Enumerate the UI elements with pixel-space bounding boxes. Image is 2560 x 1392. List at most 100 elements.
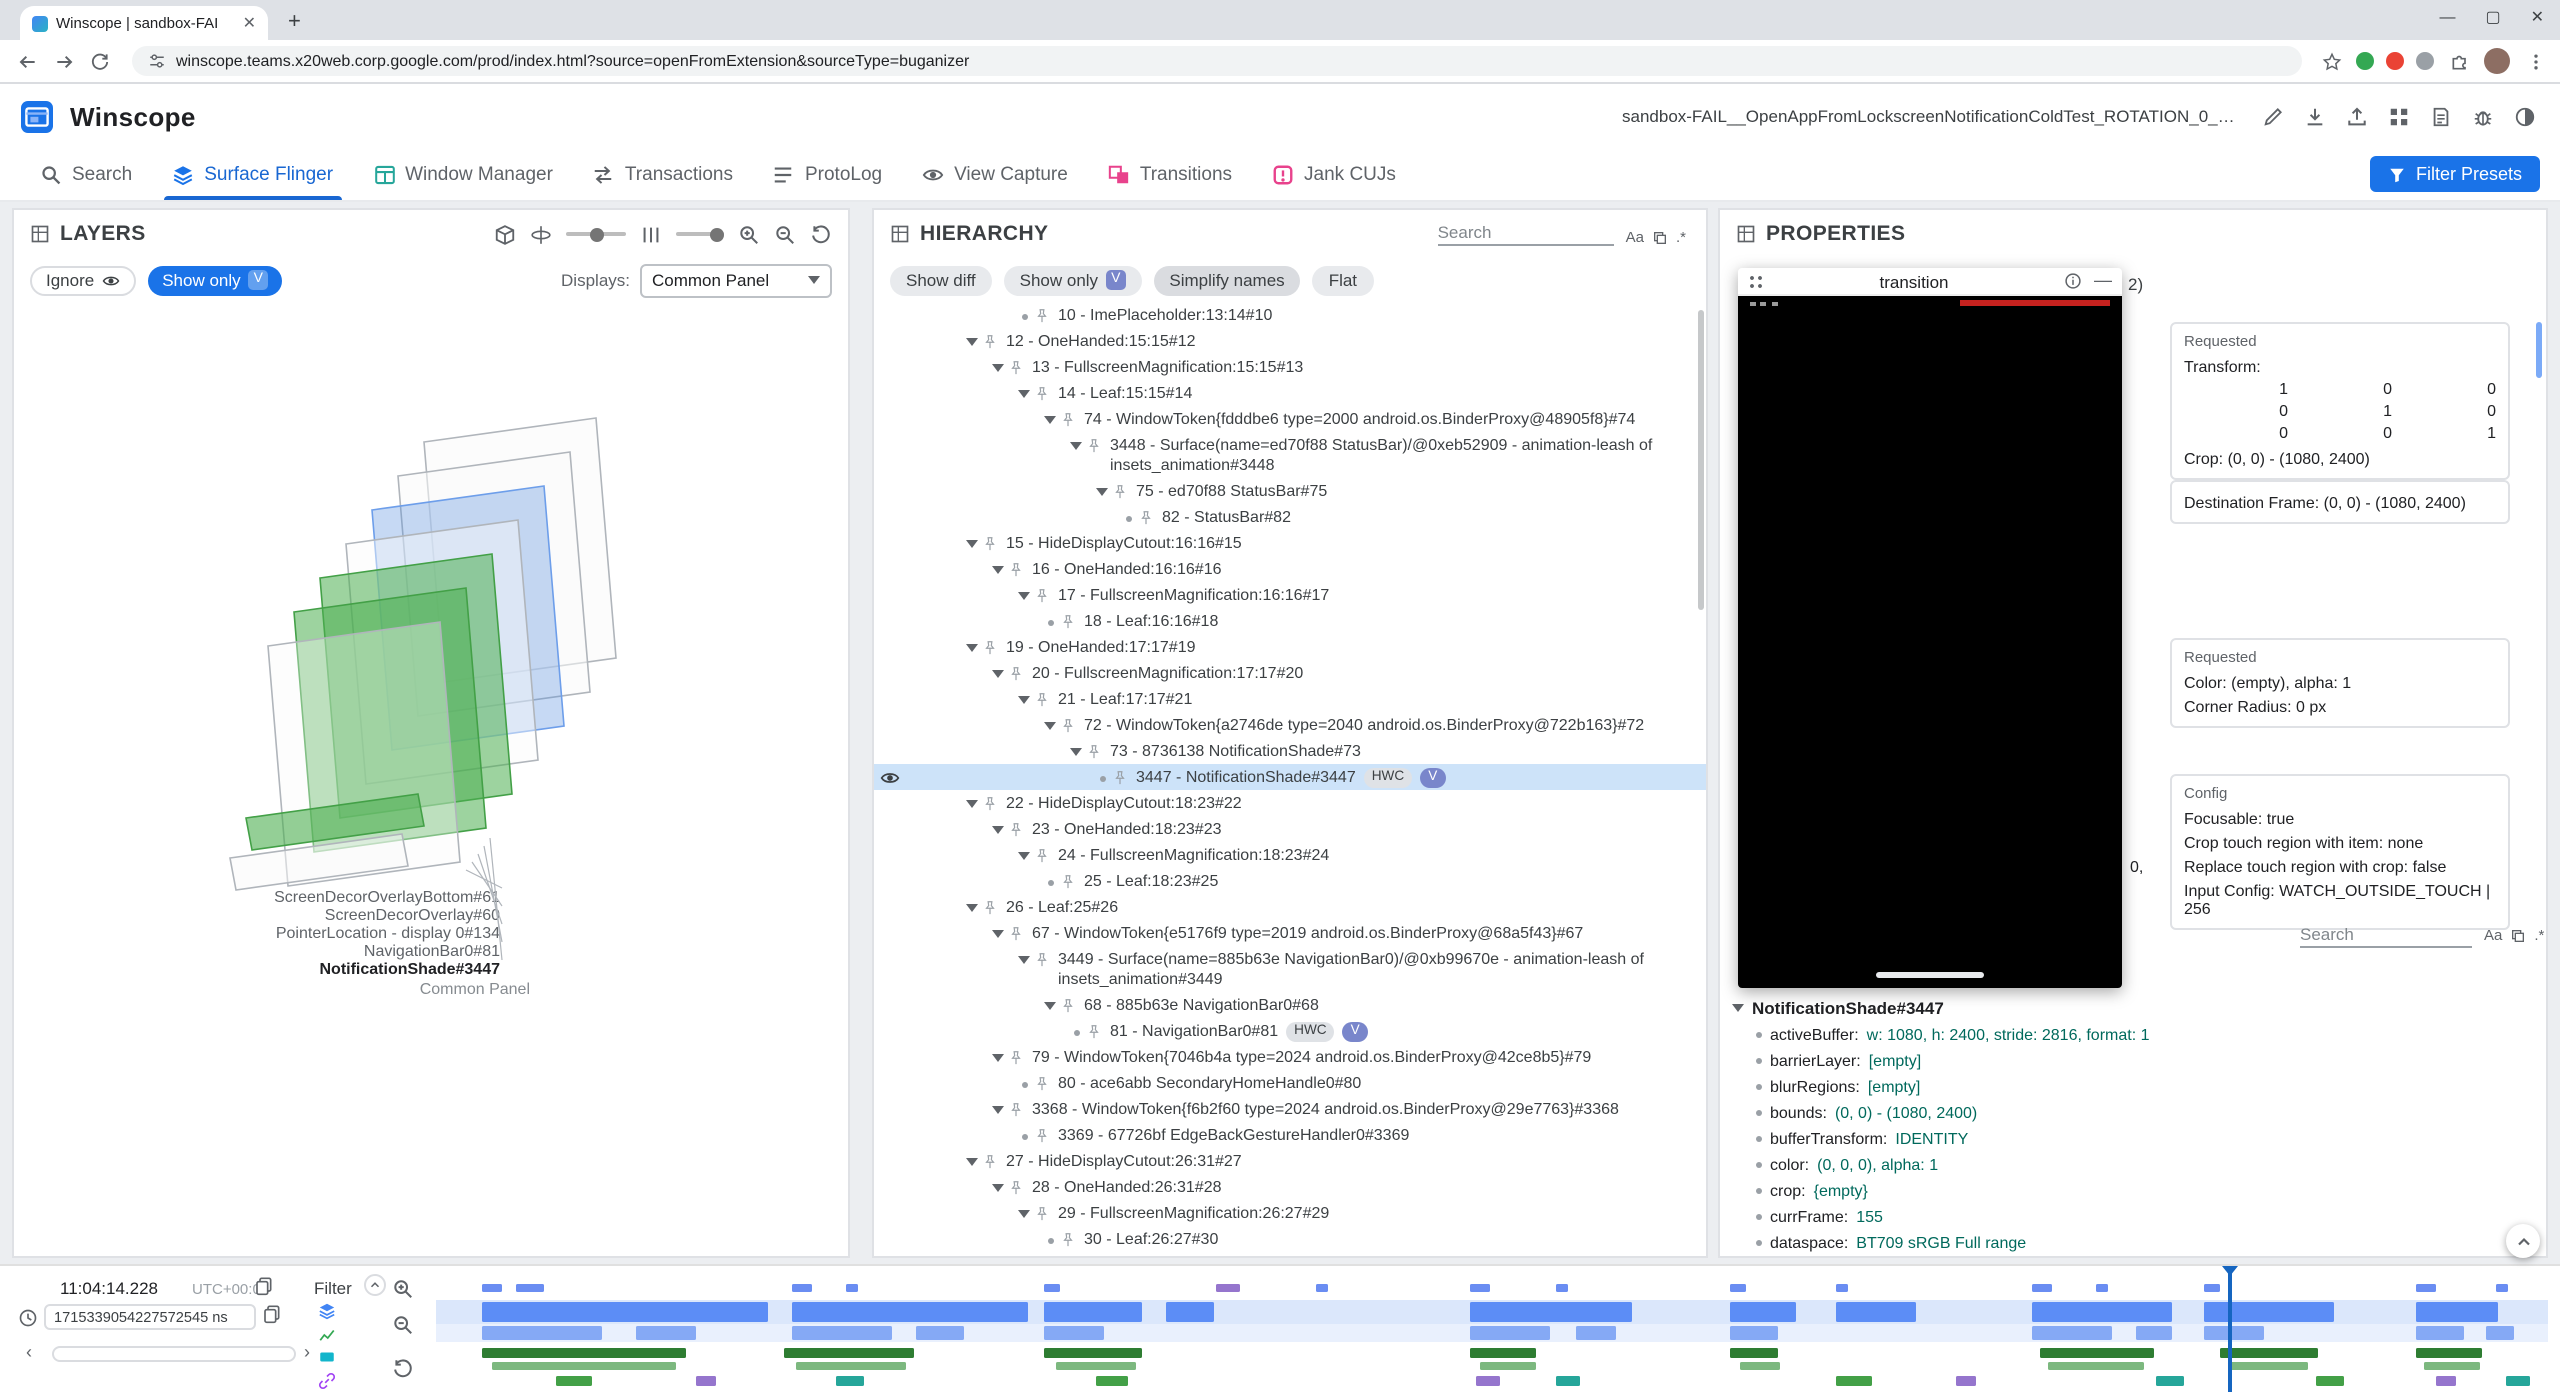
- expand-caret-icon[interactable]: [988, 1047, 1008, 1061]
- chrome-menu-icon[interactable]: [2522, 48, 2548, 74]
- expand-caret-icon[interactable]: [1014, 845, 1034, 859]
- copy-icon[interactable]: [262, 1304, 282, 1324]
- pin-icon[interactable]: [1060, 995, 1084, 1013]
- download-icon[interactable]: [2300, 101, 2330, 131]
- bookmark-star-icon[interactable]: [2318, 48, 2344, 74]
- trace-segment-transactions[interactable]: [2204, 1326, 2264, 1340]
- pin-icon[interactable]: [1008, 1047, 1032, 1065]
- expand-caret-icon[interactable]: [962, 637, 982, 651]
- expand-caret-icon[interactable]: [1040, 995, 1060, 1009]
- tab-surface-flinger[interactable]: Surface Flinger: [152, 148, 353, 200]
- trace-segment-surface-flinger[interactable]: [1166, 1302, 1214, 1322]
- pin-icon[interactable]: [1060, 611, 1084, 629]
- pin-icon[interactable]: [982, 897, 1006, 915]
- tree-node[interactable]: 30 - Leaf:26:27#30: [874, 1226, 1706, 1252]
- trace-segment-transactions[interactable]: [2486, 1326, 2514, 1340]
- trace-segment-transition-markers[interactable]: [2204, 1284, 2220, 1292]
- extensions-puzzle-icon[interactable]: [2446, 48, 2472, 74]
- trace-segment-surface-flinger[interactable]: [482, 1302, 768, 1322]
- pin-icon[interactable]: [1034, 585, 1058, 603]
- trace-segment-misc-purple[interactable]: [1956, 1376, 1976, 1386]
- extension-gray-icon[interactable]: [2416, 52, 2434, 70]
- expand-caret-icon[interactable]: [988, 1099, 1008, 1113]
- reload-icon[interactable]: [84, 45, 116, 77]
- tree-node[interactable]: 81 - NavigationBar0#81HWCV: [874, 1018, 1706, 1044]
- pin-icon[interactable]: [982, 331, 1006, 349]
- pin-icon[interactable]: [1008, 559, 1032, 577]
- trace-segment-misc-teal[interactable]: [1556, 1376, 1580, 1386]
- tree-node[interactable]: 73 - 8736138 NotificationShade#73: [874, 738, 1706, 764]
- trace-segment-transactions[interactable]: [1576, 1326, 1616, 1340]
- tab-transactions[interactable]: Transactions: [573, 148, 753, 200]
- expand-caret-icon[interactable]: [1732, 1004, 1744, 1012]
- tree-node[interactable]: 19 - OneHanded:17:17#19: [874, 634, 1706, 660]
- trace-segment-transactions[interactable]: [2032, 1326, 2112, 1340]
- property-row[interactable]: bufferTransform:IDENTITY: [1732, 1126, 2534, 1152]
- trace-segment-transactions[interactable]: [2416, 1326, 2464, 1340]
- close-icon[interactable]: ✕: [2531, 8, 2544, 26]
- expand-caret-icon[interactable]: [988, 1177, 1008, 1191]
- ignore-button[interactable]: Ignore: [30, 265, 136, 295]
- minimize-icon[interactable]: —: [2439, 8, 2455, 26]
- trace-segment-transition-markers[interactable]: [2096, 1284, 2108, 1292]
- trace-segment-transition-markers[interactable]: [1556, 1284, 1568, 1292]
- trace-segment-transactions[interactable]: [1470, 1326, 1550, 1340]
- trace-segment-transition-markers[interactable]: [1044, 1284, 1060, 1292]
- property-row[interactable]: blurRegions:[empty]: [1732, 1074, 2534, 1100]
- pin-icon[interactable]: [1008, 1099, 1032, 1117]
- minimize-icon[interactable]: —: [2094, 272, 2112, 290]
- pin-icon[interactable]: [1034, 949, 1058, 967]
- pin-icon[interactable]: [982, 533, 1006, 551]
- expand-caret-icon[interactable]: [1014, 383, 1034, 397]
- trace-segment-transactions[interactable]: [1044, 1326, 1104, 1340]
- trace-segment-surface-flinger[interactable]: [1470, 1302, 1632, 1322]
- pin-icon[interactable]: [1086, 1021, 1110, 1039]
- pin-icon[interactable]: [1008, 357, 1032, 375]
- browser-tab[interactable]: Winscope | sandbox-FAI ✕: [20, 6, 268, 40]
- trace-segment-surface-flinger[interactable]: [2416, 1302, 2498, 1322]
- property-row[interactable]: bounds:(0, 0) - (1080, 2400): [1732, 1100, 2534, 1126]
- trace-segment-protolog-light[interactable]: [1480, 1362, 1536, 1370]
- tree-node[interactable]: 23 - OneHanded:18:23#23: [874, 816, 1706, 842]
- tree-node[interactable]: 3369 - 67726bf EdgeBackGestureHandler0#3…: [874, 1122, 1706, 1148]
- back-icon[interactable]: [12, 45, 44, 77]
- upload-icon[interactable]: [2342, 101, 2372, 131]
- scroll-right-icon[interactable]: ›: [304, 1344, 310, 1362]
- trace-segment-transactions[interactable]: [1730, 1326, 1778, 1340]
- trace-segment-misc-purple[interactable]: [2436, 1376, 2456, 1386]
- trace-segment-transition-markers[interactable]: [2032, 1284, 2052, 1292]
- pin-icon[interactable]: [1060, 715, 1084, 733]
- expand-caret-icon[interactable]: [988, 819, 1008, 833]
- trace-segment-protolog-dark[interactable]: [1044, 1348, 1142, 1358]
- tree-node[interactable]: 21 - Leaf:17:17#21: [874, 686, 1706, 712]
- tree-node[interactable]: 12 - OneHanded:15:15#12: [874, 328, 1706, 354]
- trace-segment-surface-flinger[interactable]: [2032, 1302, 2172, 1322]
- trace-segment-protolog-dark[interactable]: [2040, 1348, 2154, 1358]
- pin-icon[interactable]: [1008, 1177, 1032, 1195]
- overlap-icon[interactable]: [1652, 229, 1668, 245]
- overlay-title-bar[interactable]: transition —: [1738, 268, 2122, 296]
- rotation-slider[interactable]: [566, 232, 626, 236]
- tab-protolog[interactable]: ProtoLog: [753, 148, 902, 200]
- tab-view-capture[interactable]: View Capture: [902, 148, 1088, 200]
- trace-segment-surface-flinger[interactable]: [2204, 1302, 2334, 1322]
- scroll-to-top-button[interactable]: [2506, 1224, 2540, 1258]
- trace-segment-transition-markers[interactable]: [846, 1284, 858, 1292]
- tree-node[interactable]: 79 - WindowToken{7046b4a type=2024 andro…: [874, 1044, 1706, 1070]
- expand-caret-icon[interactable]: [962, 533, 982, 547]
- trace-segment-protolog-dark[interactable]: [2220, 1348, 2318, 1358]
- property-row[interactable]: color:(0, 0, 0), alpha: 1: [1732, 1152, 2534, 1178]
- filter-presets-button[interactable]: Filter Presets: [2370, 156, 2540, 192]
- profile-avatar-icon[interactable]: [2484, 48, 2510, 74]
- hierarchy-scrollbar[interactable]: [1698, 310, 1704, 610]
- trace-segment-misc-green[interactable]: [1096, 1376, 1128, 1386]
- regex-toggle[interactable]: .*: [1676, 228, 1686, 246]
- maximize-icon[interactable]: ▢: [2485, 8, 2500, 26]
- trace-segment-misc-green[interactable]: [556, 1376, 592, 1386]
- expand-caret-icon[interactable]: [988, 357, 1008, 371]
- tree-node[interactable]: 25 - Leaf:18:23#25: [874, 868, 1706, 894]
- tree-node[interactable]: 3447 - NotificationShade#3447HWCV: [874, 764, 1706, 790]
- trace-segment-misc-purple[interactable]: [1476, 1376, 1500, 1386]
- trace-segment-transition-markers[interactable]: [1316, 1284, 1328, 1292]
- cube-3d-icon[interactable]: [494, 223, 516, 245]
